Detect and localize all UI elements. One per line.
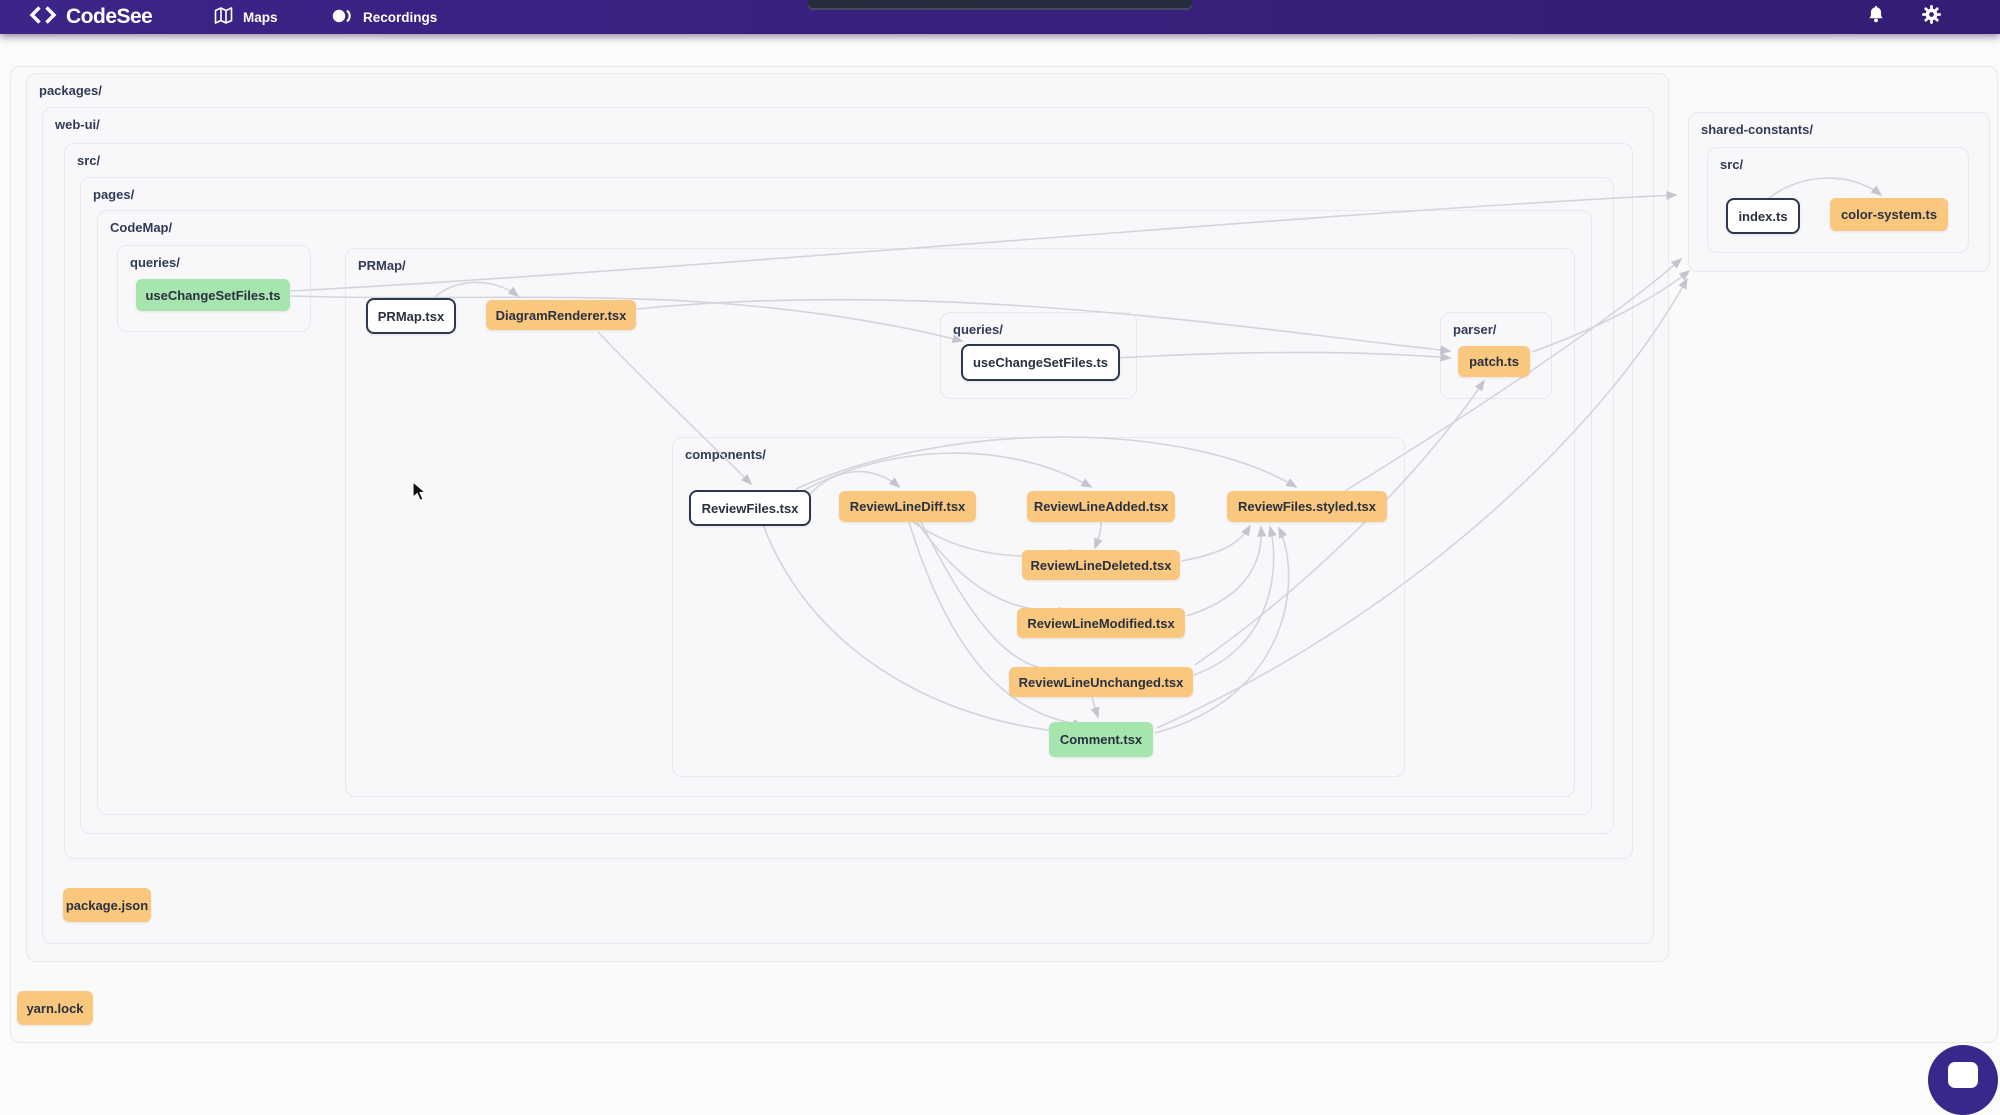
file-node-reviewlinemodified[interactable]: ReviewLineModified.tsx	[1017, 608, 1185, 638]
folder-shared-src-label: src/	[1720, 157, 1743, 172]
bell-icon	[1866, 5, 1886, 30]
file-node-yarn-lock[interactable]: yarn.lock	[17, 991, 93, 1025]
folder-pages-label: pages/	[93, 187, 134, 202]
folder-parser-label: parser/	[1453, 322, 1496, 337]
folder-prmap-queries-label: queries/	[953, 322, 1003, 337]
folder-components-label: components/	[685, 447, 766, 462]
file-node-reviewfiles[interactable]: ReviewFiles.tsx	[689, 490, 811, 526]
folder-codemap-label: CodeMap/	[110, 220, 172, 235]
file-node-prmap-tsx[interactable]: PRMap.tsx	[366, 298, 456, 334]
folder-packages-label: packages/	[39, 83, 102, 98]
nav-maps-label: Maps	[243, 10, 278, 25]
folder-prmap-label: PRMap/	[358, 258, 406, 273]
screenshare-overlay-bar	[808, 0, 1192, 10]
nav-recordings-label: Recordings	[363, 10, 437, 25]
file-node-reviewlineadded[interactable]: ReviewLineAdded.tsx	[1027, 491, 1175, 522]
file-node-reviewfiles-styled[interactable]: ReviewFiles.styled.tsx	[1227, 491, 1387, 522]
file-node-diagramrenderer[interactable]: DiagramRenderer.tsx	[486, 300, 636, 330]
recording-icon	[330, 6, 354, 29]
map-icon	[213, 6, 234, 28]
codesee-logo-icon	[28, 5, 58, 30]
settings-button[interactable]	[1921, 0, 1942, 34]
chat-widget-button[interactable]	[1928, 1045, 1998, 1115]
file-node-codemap-usechangesetfiles[interactable]: useChangeSetFiles.ts	[136, 279, 290, 311]
nav-maps[interactable]: Maps	[213, 0, 278, 34]
file-node-package-json[interactable]: package.json	[63, 888, 151, 922]
folder-src-label: src/	[77, 153, 100, 168]
file-node-index-ts[interactable]: index.ts	[1726, 198, 1800, 234]
notifications-button[interactable]	[1866, 0, 1886, 34]
folder-web-ui-label: web-ui/	[55, 117, 100, 132]
file-node-patch-ts[interactable]: patch.ts	[1458, 346, 1530, 377]
folder-codemap-queries-label: queries/	[130, 255, 180, 270]
folder-components[interactable]: components/	[672, 437, 1405, 777]
nav-recordings[interactable]: Recordings	[330, 0, 437, 34]
gear-icon	[1921, 4, 1942, 30]
file-node-prmap-usechangesetfiles[interactable]: useChangeSetFiles.ts	[961, 344, 1120, 381]
file-node-color-system-ts[interactable]: color-system.ts	[1830, 198, 1948, 231]
brand-name: CodeSee	[66, 5, 152, 29]
codesee-logo[interactable]: CodeSee	[28, 0, 152, 34]
folder-shared-constants-label: shared-constants/	[1701, 122, 1813, 137]
file-node-comment-tsx[interactable]: Comment.tsx	[1049, 722, 1153, 757]
file-node-reviewlineunchanged[interactable]: ReviewLineUnchanged.tsx	[1009, 667, 1193, 697]
file-node-reviewlinedeleted[interactable]: ReviewLineDeleted.tsx	[1022, 550, 1180, 580]
file-node-reviewlinediff[interactable]: ReviewLineDiff.tsx	[839, 491, 976, 522]
